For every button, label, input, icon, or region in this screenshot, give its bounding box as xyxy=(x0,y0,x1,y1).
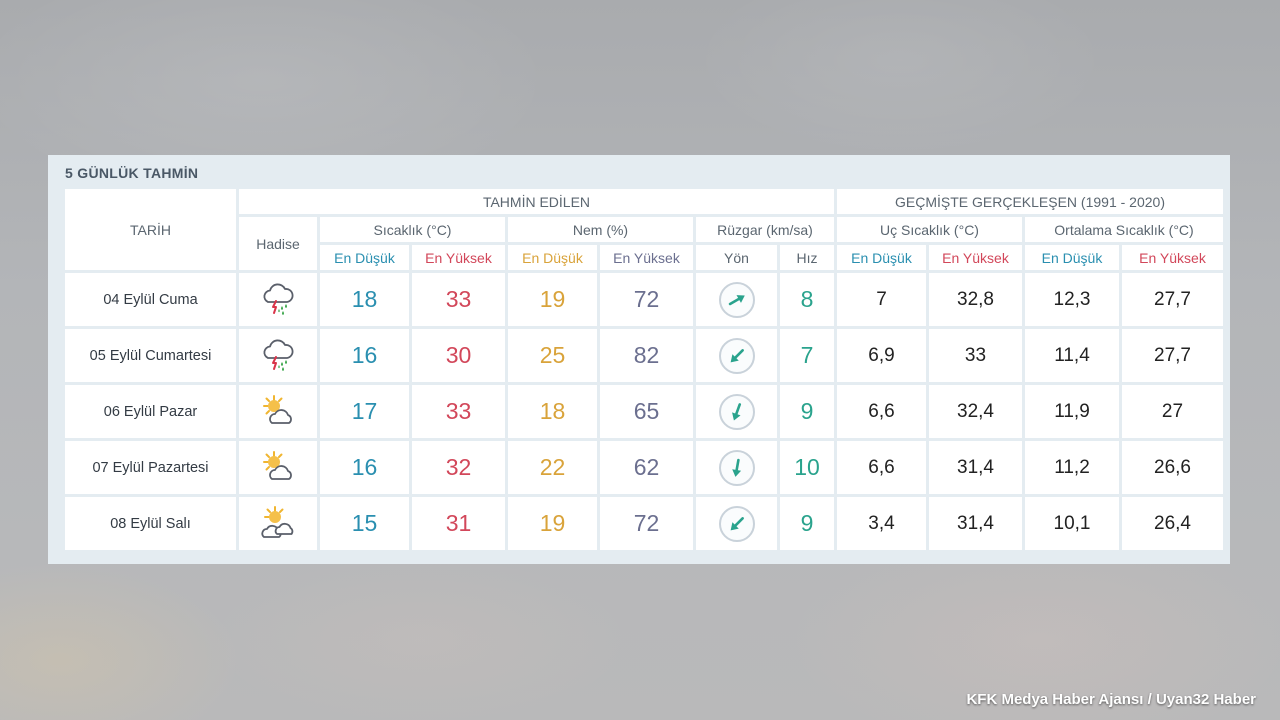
average-low-cell: 11,2 xyxy=(1025,441,1119,494)
event-header: Hadise xyxy=(239,217,317,270)
wind-speed-cell: 10 xyxy=(780,441,834,494)
panel-title: 5 GÜNLÜK TAHMİN xyxy=(65,165,199,181)
watermark: KFK Medya Haber Ajansı / Uyan32 Haber xyxy=(966,691,1256,708)
wind-direction-arrow-icon xyxy=(718,337,755,374)
wind-speed-cell: 8 xyxy=(780,273,834,326)
average-low-cell: 11,9 xyxy=(1025,385,1119,438)
average-low-cell: 10,1 xyxy=(1025,497,1119,550)
average-high-cell: 27,7 xyxy=(1122,329,1223,382)
average-high-cell: 26,6 xyxy=(1122,441,1223,494)
wind-speed-cell: 9 xyxy=(780,497,834,550)
event-cell xyxy=(239,497,317,550)
event-cell xyxy=(239,385,317,438)
temp-low-cell: 16 xyxy=(320,441,409,494)
forecast-group-header: TAHMİN EDİLEN xyxy=(239,189,834,214)
extreme-low-header: En Düşük xyxy=(837,245,926,270)
wind-speed-header: Hız xyxy=(780,245,834,270)
average-temp-header: Ortalama Sıcaklık (°C) xyxy=(1025,217,1223,242)
thunderstorm-rain-icon xyxy=(258,336,298,376)
event-cell xyxy=(239,273,317,326)
wind-direction-cell xyxy=(696,441,777,494)
extreme-low-cell: 6,6 xyxy=(837,441,926,494)
humidity-high-cell: 72 xyxy=(600,497,693,550)
humidity-high-cell: 72 xyxy=(600,273,693,326)
extreme-low-cell: 7 xyxy=(837,273,926,326)
wind-direction-arrow-icon xyxy=(718,505,755,542)
wind-direction-cell xyxy=(696,329,777,382)
wind-direction-arrow-icon xyxy=(718,281,755,318)
date-cell: 07 Eylül Pazartesi xyxy=(65,441,236,494)
humidity-high-header: En Yüksek xyxy=(600,245,693,270)
wind-header: Rüzgar (km/sa) xyxy=(696,217,834,242)
thunderstorm-rain-icon xyxy=(258,280,298,320)
date-column-header: TARİH xyxy=(65,189,236,270)
date-cell: 04 Eylül Cuma xyxy=(65,273,236,326)
extreme-high-cell: 32,4 xyxy=(929,385,1022,438)
humidity-low-cell: 19 xyxy=(508,497,597,550)
temp-high-cell: 32 xyxy=(412,441,505,494)
humidity-low-cell: 22 xyxy=(508,441,597,494)
date-cell: 06 Eylül Pazar xyxy=(65,385,236,438)
wind-direction-header: Yön xyxy=(696,245,777,270)
extreme-high-cell: 33 xyxy=(929,329,1022,382)
temp-low-cell: 17 xyxy=(320,385,409,438)
extreme-high-cell: 31,4 xyxy=(929,441,1022,494)
average-high-header: En Yüksek xyxy=(1122,245,1223,270)
humidity-high-cell: 62 xyxy=(600,441,693,494)
temperature-header: Sıcaklık (°C) xyxy=(320,217,505,242)
temp-low-cell: 18 xyxy=(320,273,409,326)
date-cell: 05 Eylül Cumartesi xyxy=(65,329,236,382)
extreme-high-header: En Yüksek xyxy=(929,245,1022,270)
humidity-high-cell: 82 xyxy=(600,329,693,382)
extreme-temp-header: Uç Sıcaklık (°C) xyxy=(837,217,1022,242)
average-low-cell: 11,4 xyxy=(1025,329,1119,382)
forecast-table: TARİH TAHMİN EDİLEN GEÇMİŞTE GERÇEKLEŞEN… xyxy=(65,189,1223,550)
wind-speed-cell: 7 xyxy=(780,329,834,382)
wind-direction-arrow-icon xyxy=(718,393,755,430)
temp-high-cell: 33 xyxy=(412,273,505,326)
average-high-cell: 27 xyxy=(1122,385,1223,438)
history-group-header: GEÇMİŞTE GERÇEKLEŞEN (1991 - 2020) xyxy=(837,189,1223,214)
temp-high-cell: 30 xyxy=(412,329,505,382)
wind-direction-cell xyxy=(696,385,777,438)
humidity-low-cell: 25 xyxy=(508,329,597,382)
temp-high-cell: 31 xyxy=(412,497,505,550)
partly-cloudy-icon xyxy=(258,504,298,544)
partly-sunny-icon xyxy=(258,448,298,488)
wind-direction-arrow-icon xyxy=(718,449,755,486)
average-low-cell: 12,3 xyxy=(1025,273,1119,326)
humidity-low-header: En Düşük xyxy=(508,245,597,270)
partly-sunny-icon xyxy=(258,392,298,432)
temp-low-header: En Düşük xyxy=(320,245,409,270)
wind-direction-cell xyxy=(696,497,777,550)
temp-low-cell: 16 xyxy=(320,329,409,382)
forecast-panel: 5 GÜNLÜK TAHMİN TARİH TAHMİN EDİLEN GEÇM… xyxy=(48,155,1230,564)
average-low-header: En Düşük xyxy=(1025,245,1119,270)
temp-low-cell: 15 xyxy=(320,497,409,550)
wind-direction-cell xyxy=(696,273,777,326)
wind-speed-cell: 9 xyxy=(780,385,834,438)
humidity-low-cell: 19 xyxy=(508,273,597,326)
temp-high-cell: 33 xyxy=(412,385,505,438)
event-cell xyxy=(239,441,317,494)
extreme-low-cell: 3,4 xyxy=(837,497,926,550)
temp-high-header: En Yüksek xyxy=(412,245,505,270)
extreme-low-cell: 6,6 xyxy=(837,385,926,438)
extreme-high-cell: 32,8 xyxy=(929,273,1022,326)
humidity-header: Nem (%) xyxy=(508,217,693,242)
extreme-low-cell: 6,9 xyxy=(837,329,926,382)
humidity-high-cell: 65 xyxy=(600,385,693,438)
average-high-cell: 26,4 xyxy=(1122,497,1223,550)
average-high-cell: 27,7 xyxy=(1122,273,1223,326)
event-cell xyxy=(239,329,317,382)
extreme-high-cell: 31,4 xyxy=(929,497,1022,550)
date-cell: 08 Eylül Salı xyxy=(65,497,236,550)
humidity-low-cell: 18 xyxy=(508,385,597,438)
